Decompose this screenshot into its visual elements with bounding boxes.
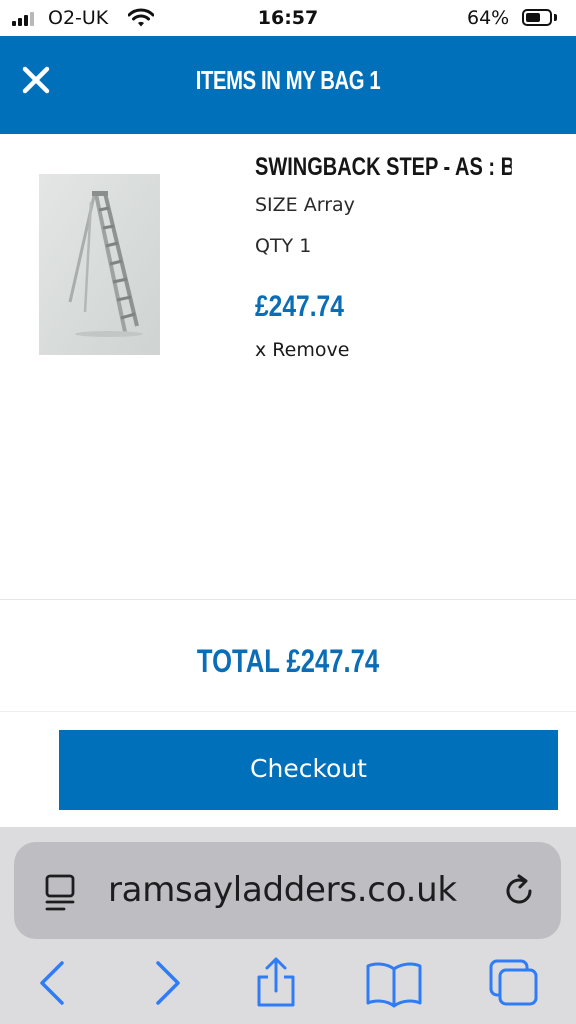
tabs-icon[interactable] bbox=[487, 957, 541, 1009]
close-bag-button[interactable] bbox=[20, 64, 52, 96]
item-size: SIZE Array bbox=[255, 194, 355, 216]
item-name[interactable]: SWINGBACK STEP - AS : BS EN 131 bbox=[255, 153, 512, 182]
item-price: £247.74 bbox=[255, 290, 344, 323]
remove-item-button[interactable]: x Remove bbox=[255, 339, 349, 361]
share-icon[interactable] bbox=[253, 957, 299, 1009]
reader-mode-icon[interactable] bbox=[44, 873, 78, 913]
page-title: ITEMS IN MY BAG 1 bbox=[195, 65, 381, 95]
forward-icon[interactable] bbox=[152, 957, 184, 1009]
checkout-button[interactable]: Checkout bbox=[59, 730, 558, 810]
divider bbox=[0, 599, 576, 600]
step-ladder-image bbox=[39, 174, 160, 355]
bag-header: ITEMS IN MY BAG 1 bbox=[0, 36, 576, 134]
product-image[interactable] bbox=[39, 174, 160, 355]
url-text[interactable]: ramsayladders.co.uk bbox=[108, 870, 457, 910]
battery-level bbox=[526, 13, 540, 22]
cart-total: TOTAL £247.74 bbox=[196, 643, 380, 679]
status-bar: O2-UK 16:57 64% bbox=[0, 0, 576, 36]
bookmarks-icon[interactable] bbox=[365, 957, 423, 1009]
battery-percentage: 64% bbox=[467, 7, 510, 29]
battery-icon bbox=[522, 9, 552, 26]
item-quantity: QTY 1 bbox=[255, 235, 312, 257]
reload-icon[interactable] bbox=[500, 872, 538, 910]
battery-cap bbox=[554, 14, 557, 21]
divider bbox=[0, 711, 576, 712]
back-icon[interactable] bbox=[36, 957, 68, 1009]
close-icon bbox=[22, 66, 50, 94]
